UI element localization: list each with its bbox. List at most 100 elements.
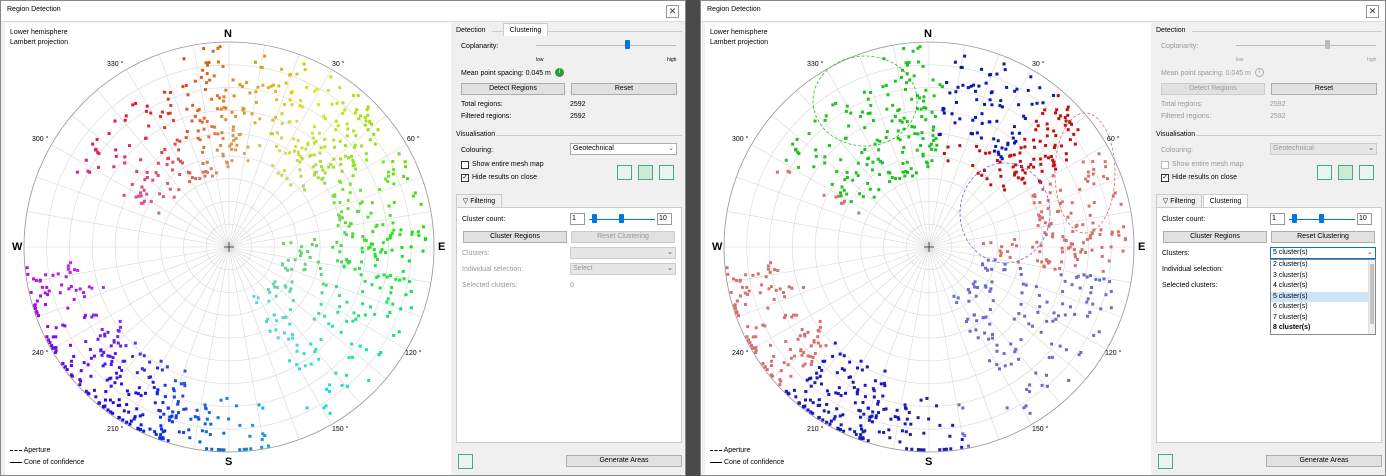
generate-areas-button[interactable]: Generate Areas bbox=[566, 455, 682, 467]
pole-point bbox=[141, 201, 145, 205]
cluster-view-icon[interactable] bbox=[617, 165, 632, 180]
coplanarity-slider[interactable] bbox=[1236, 45, 1376, 46]
pole-point bbox=[865, 365, 869, 369]
pole-point bbox=[766, 306, 770, 310]
cluster-count-max[interactable]: 10 bbox=[657, 213, 672, 225]
reset-clustering-button[interactable]: Reset Clustering bbox=[1271, 231, 1375, 243]
outline-view-icon[interactable] bbox=[659, 165, 674, 180]
chevron-down-icon: ⌄ bbox=[668, 145, 674, 152]
pole-point bbox=[56, 272, 60, 276]
coplanarity-slider-thumb[interactable] bbox=[1325, 40, 1330, 49]
pole-point bbox=[350, 342, 354, 346]
chevron-down-icon: ⌄ bbox=[667, 265, 673, 272]
generate-areas-button[interactable]: Generate Areas bbox=[1266, 455, 1382, 467]
pole-point bbox=[244, 447, 248, 451]
pole-point bbox=[275, 319, 279, 323]
pole-point bbox=[181, 85, 185, 89]
pole-point bbox=[43, 291, 47, 295]
reset-button[interactable]: Reset bbox=[571, 83, 677, 95]
pole-point bbox=[345, 384, 349, 388]
dropdown-option[interactable]: 8 cluster(s) bbox=[1271, 323, 1375, 334]
cluster-settings-icon[interactable] bbox=[458, 454, 473, 469]
detect-regions-button[interactable]: Detect Regions bbox=[1161, 83, 1265, 95]
hide-results-checkbox[interactable]: ✓ bbox=[1161, 174, 1169, 182]
dropdown-option-selected[interactable]: 5 cluster(s) bbox=[1271, 291, 1375, 302]
show-mesh-checkbox[interactable] bbox=[1161, 161, 1169, 169]
cluster-count-thumb-max[interactable] bbox=[619, 214, 624, 223]
pole-point bbox=[135, 407, 139, 411]
info-icon[interactable]: i bbox=[555, 68, 564, 77]
info-icon[interactable]: i bbox=[1255, 68, 1264, 77]
cluster-count-thumb-max[interactable] bbox=[1319, 214, 1324, 223]
coplanarity-slider-thumb[interactable] bbox=[625, 40, 630, 49]
coplanarity-slider[interactable] bbox=[536, 45, 676, 46]
pole-point bbox=[129, 419, 133, 423]
pole-point bbox=[832, 417, 836, 421]
tab-filtering[interactable]: ▽ Filtering bbox=[1156, 194, 1202, 207]
hide-results-checkbox[interactable]: ✓ bbox=[461, 174, 469, 182]
colouring-select[interactable]: Geotechnical ⌄ bbox=[1270, 143, 1377, 155]
pole-point bbox=[898, 176, 902, 180]
points-view-icon[interactable] bbox=[1338, 165, 1353, 180]
points-view-icon[interactable] bbox=[638, 165, 653, 180]
outline-view-icon[interactable] bbox=[1359, 165, 1374, 180]
cluster-view-icon[interactable] bbox=[1317, 165, 1332, 180]
pole-point bbox=[1098, 233, 1102, 237]
clusters-select[interactable]: ⌄ bbox=[570, 247, 676, 259]
pole-point bbox=[340, 260, 344, 264]
dropdown-option[interactable]: 4 cluster(s) bbox=[1271, 281, 1375, 292]
pole-point bbox=[133, 341, 137, 345]
close-icon[interactable]: ✕ bbox=[666, 5, 679, 18]
pole-point bbox=[974, 115, 978, 119]
pole-point bbox=[930, 159, 934, 163]
dashed-line-icon bbox=[710, 449, 722, 451]
pole-point bbox=[1047, 356, 1051, 360]
colouring-select[interactable]: Geotechnical ⌄ bbox=[570, 143, 677, 155]
pole-point bbox=[139, 191, 143, 195]
pole-point bbox=[1086, 314, 1090, 318]
pole-point bbox=[283, 331, 287, 335]
cluster-count-max[interactable]: 10 bbox=[1357, 213, 1372, 225]
stereonet-plot[interactable]: Lower hemisphere Lambert projection N S … bbox=[5, 23, 451, 475]
cluster-settings-icon[interactable] bbox=[1158, 454, 1173, 469]
clusters-dropdown-list[interactable]: 2 cluster(s) 3 cluster(s) 4 cluster(s) 5… bbox=[1270, 259, 1376, 335]
pole-point bbox=[973, 280, 977, 284]
show-mesh-checkbox[interactable] bbox=[461, 161, 469, 169]
dropdown-option[interactable]: 2 cluster(s) bbox=[1271, 260, 1375, 271]
dropdown-scrollbar[interactable] bbox=[1368, 260, 1375, 334]
pole-point bbox=[96, 337, 100, 341]
tab-filtering[interactable]: ▽ Filtering bbox=[456, 194, 502, 207]
cluster-count-min[interactable]: 1 bbox=[1270, 213, 1285, 225]
pole-point bbox=[990, 336, 994, 340]
pole-point bbox=[388, 274, 392, 278]
tab-clustering[interactable]: Clustering bbox=[1203, 194, 1248, 207]
cluster-count-thumb-min[interactable] bbox=[1292, 214, 1297, 223]
pole-point bbox=[942, 151, 946, 155]
dropdown-option[interactable]: 7 cluster(s) bbox=[1271, 313, 1375, 324]
reset-button[interactable]: Reset bbox=[1271, 83, 1377, 95]
stereonet-plot[interactable]: Lower hemisphere Lambert projection N S … bbox=[705, 23, 1151, 475]
clusters-select[interactable]: 5 cluster(s) ⌄ bbox=[1270, 247, 1376, 259]
pole-point bbox=[1061, 235, 1065, 239]
pole-point bbox=[834, 101, 838, 105]
close-icon[interactable]: ✕ bbox=[1366, 5, 1379, 18]
tab-clustering[interactable]: Clustering bbox=[503, 23, 548, 36]
pole-point bbox=[64, 275, 68, 279]
cluster-count-thumb-min[interactable] bbox=[592, 214, 597, 223]
pole-point bbox=[1006, 143, 1010, 147]
individual-selection-select[interactable]: Select ⌄ bbox=[570, 263, 676, 275]
cluster-regions-button[interactable]: Cluster Regions bbox=[1163, 231, 1267, 243]
dropdown-option[interactable]: 3 cluster(s) bbox=[1271, 271, 1375, 282]
scrollbar-thumb[interactable] bbox=[1370, 264, 1374, 324]
pole-point bbox=[1030, 102, 1034, 106]
pole-point bbox=[240, 85, 244, 89]
dropdown-option[interactable]: 6 cluster(s) bbox=[1271, 302, 1375, 313]
angle-300-label: 300 ° bbox=[732, 136, 749, 143]
cluster-regions-button[interactable]: Cluster Regions bbox=[463, 231, 567, 243]
detect-regions-button[interactable]: Detect Regions bbox=[461, 83, 565, 95]
reset-clustering-button[interactable]: Reset Clustering bbox=[571, 231, 675, 243]
pole-point bbox=[909, 167, 913, 171]
pole-point bbox=[310, 242, 314, 246]
cluster-count-min[interactable]: 1 bbox=[570, 213, 585, 225]
pole-point bbox=[75, 170, 79, 174]
